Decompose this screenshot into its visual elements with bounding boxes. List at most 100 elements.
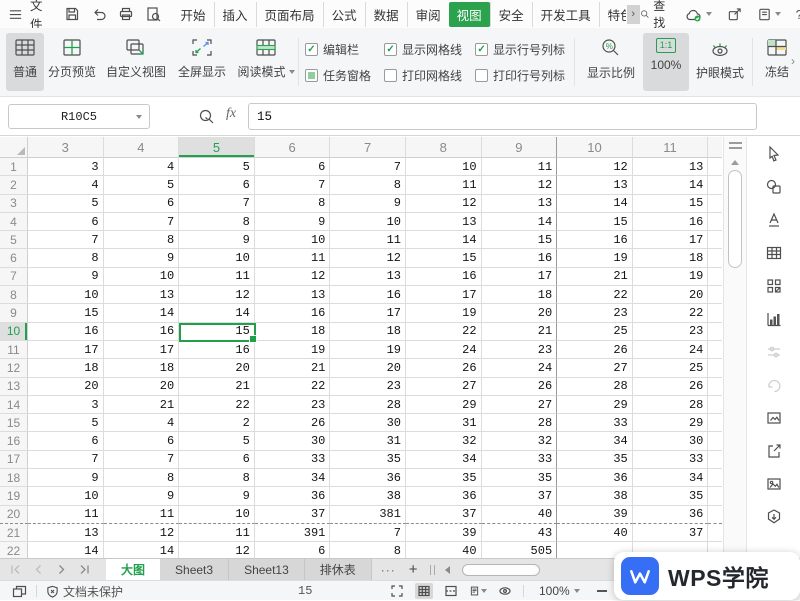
show-gridlines-checkbox[interactable]: 显示网格线 bbox=[384, 41, 462, 58]
cell[interactable]: 13 bbox=[633, 158, 709, 176]
cell[interactable]: 10 bbox=[179, 506, 255, 524]
cell[interactable]: 11 bbox=[179, 524, 255, 542]
cell[interactable]: 28 bbox=[633, 396, 709, 414]
cell[interactable]: 35 bbox=[406, 469, 482, 487]
tab-review[interactable]: 审阅 bbox=[407, 2, 449, 27]
show-headings-checkbox[interactable]: 显示行号列标 bbox=[475, 41, 565, 58]
cell[interactable]: 8 bbox=[179, 469, 255, 487]
cell[interactable] bbox=[708, 195, 722, 213]
cell[interactable]: 24 bbox=[482, 359, 558, 377]
row-header[interactable]: 4 bbox=[0, 213, 28, 231]
cell[interactable]: 14 bbox=[28, 542, 104, 558]
image-icon[interactable] bbox=[764, 474, 784, 494]
split-handle-icon[interactable] bbox=[729, 142, 742, 149]
cell[interactable]: 391 bbox=[255, 524, 331, 542]
ribbon-expand-icon[interactable]: › bbox=[791, 54, 795, 68]
row-header[interactable]: 11 bbox=[0, 341, 28, 359]
cell[interactable]: 25 bbox=[633, 359, 709, 377]
cell[interactable]: 6 bbox=[104, 195, 180, 213]
cell[interactable]: 2 bbox=[179, 414, 255, 432]
cell[interactable]: 40 bbox=[406, 542, 482, 558]
cell[interactable]: 21 bbox=[104, 396, 180, 414]
cell[interactable]: 4 bbox=[104, 158, 180, 176]
row-header[interactable]: 19 bbox=[0, 487, 28, 505]
fit-screen-icon[interactable] bbox=[388, 583, 406, 599]
cell[interactable]: 28 bbox=[330, 396, 406, 414]
page-layout-view-icon[interactable] bbox=[469, 583, 487, 599]
cell[interactable]: 28 bbox=[482, 414, 558, 432]
tab-home[interactable]: 开始 bbox=[173, 2, 214, 27]
tab-formulas[interactable]: 公式 bbox=[323, 2, 365, 27]
cell[interactable]: 16 bbox=[104, 323, 180, 341]
tab-view[interactable]: 视图 bbox=[449, 2, 490, 27]
cell[interactable] bbox=[708, 231, 722, 249]
cell[interactable]: 27 bbox=[406, 378, 482, 396]
cell[interactable]: 31 bbox=[330, 432, 406, 450]
cell[interactable] bbox=[708, 359, 722, 377]
cell[interactable]: 17 bbox=[104, 341, 180, 359]
formula-search-icon[interactable] bbox=[198, 108, 215, 125]
cell[interactable]: 21 bbox=[482, 323, 558, 341]
task-pane-checkbox[interactable]: 任务窗格 bbox=[305, 67, 371, 84]
column-header[interactable]: 5 bbox=[179, 137, 255, 158]
resource-seal-icon[interactable] bbox=[764, 507, 784, 527]
row-header[interactable]: 7 bbox=[0, 268, 28, 286]
cell[interactable]: 9 bbox=[28, 268, 104, 286]
cell[interactable]: 28 bbox=[557, 378, 633, 396]
row-header[interactable]: 9 bbox=[0, 304, 28, 322]
column-header[interactable]: 8 bbox=[406, 137, 482, 158]
cell[interactable]: 10 bbox=[179, 249, 255, 267]
cell[interactable] bbox=[708, 487, 722, 505]
cell[interactable]: 6 bbox=[255, 542, 331, 558]
share-icon[interactable] bbox=[727, 7, 742, 22]
page-break-preview-button[interactable]: 分页预览 bbox=[44, 33, 100, 91]
first-sheet-icon[interactable] bbox=[10, 564, 21, 575]
cell[interactable] bbox=[708, 286, 722, 304]
cell[interactable]: 12 bbox=[482, 176, 558, 194]
cell[interactable]: 36 bbox=[557, 469, 633, 487]
export-share-icon[interactable] bbox=[764, 441, 784, 461]
zoom-100-button[interactable]: 1:1 100% bbox=[643, 33, 689, 91]
cell[interactable]: 22 bbox=[406, 323, 482, 341]
pointer-icon[interactable] bbox=[764, 144, 784, 164]
cell[interactable] bbox=[708, 341, 722, 359]
cell[interactable]: 11 bbox=[179, 268, 255, 286]
sheet-tab-sheet3[interactable]: Sheet3 bbox=[160, 559, 229, 581]
cell[interactable]: 29 bbox=[406, 396, 482, 414]
cell[interactable] bbox=[708, 524, 722, 542]
cell[interactable]: 15 bbox=[28, 304, 104, 322]
cell[interactable]: 13 bbox=[482, 195, 558, 213]
row-header[interactable]: 16 bbox=[0, 432, 28, 450]
cell[interactable]: 4 bbox=[104, 414, 180, 432]
cell[interactable]: 12 bbox=[104, 524, 180, 542]
row-header[interactable]: 13 bbox=[0, 378, 28, 396]
cell[interactable]: 3 bbox=[28, 158, 104, 176]
undo-icon[interactable] bbox=[91, 6, 107, 22]
cell[interactable]: 13 bbox=[104, 286, 180, 304]
table-icon[interactable] bbox=[764, 243, 784, 263]
cell[interactable]: 13 bbox=[28, 524, 104, 542]
cell[interactable]: 13 bbox=[255, 286, 331, 304]
column-header[interactable]: 9 bbox=[482, 137, 558, 158]
cell[interactable]: 14 bbox=[104, 542, 180, 558]
page-break-view-icon[interactable] bbox=[442, 583, 460, 599]
column-header[interactable]: 4 bbox=[104, 137, 180, 158]
row-header[interactable]: 20 bbox=[0, 506, 28, 524]
cell[interactable]: 37 bbox=[255, 506, 331, 524]
cell[interactable]: 14 bbox=[633, 176, 709, 194]
add-sheet-button[interactable]: + bbox=[409, 561, 418, 578]
cell[interactable]: 35 bbox=[557, 451, 633, 469]
cell[interactable]: 7 bbox=[28, 231, 104, 249]
cell[interactable]: 18 bbox=[482, 286, 558, 304]
formula-bar-checkbox[interactable]: 编辑栏 bbox=[305, 41, 371, 58]
cell[interactable]: 11 bbox=[28, 506, 104, 524]
cell[interactable]: 17 bbox=[482, 268, 558, 286]
cell[interactable]: 6 bbox=[28, 213, 104, 231]
cell[interactable]: 21 bbox=[179, 378, 255, 396]
cell[interactable]: 29 bbox=[633, 414, 709, 432]
cell[interactable]: 20 bbox=[330, 359, 406, 377]
cell[interactable]: 29 bbox=[557, 396, 633, 414]
cell[interactable]: 7 bbox=[179, 195, 255, 213]
cell[interactable]: 9 bbox=[255, 213, 331, 231]
cell[interactable]: 27 bbox=[482, 396, 558, 414]
